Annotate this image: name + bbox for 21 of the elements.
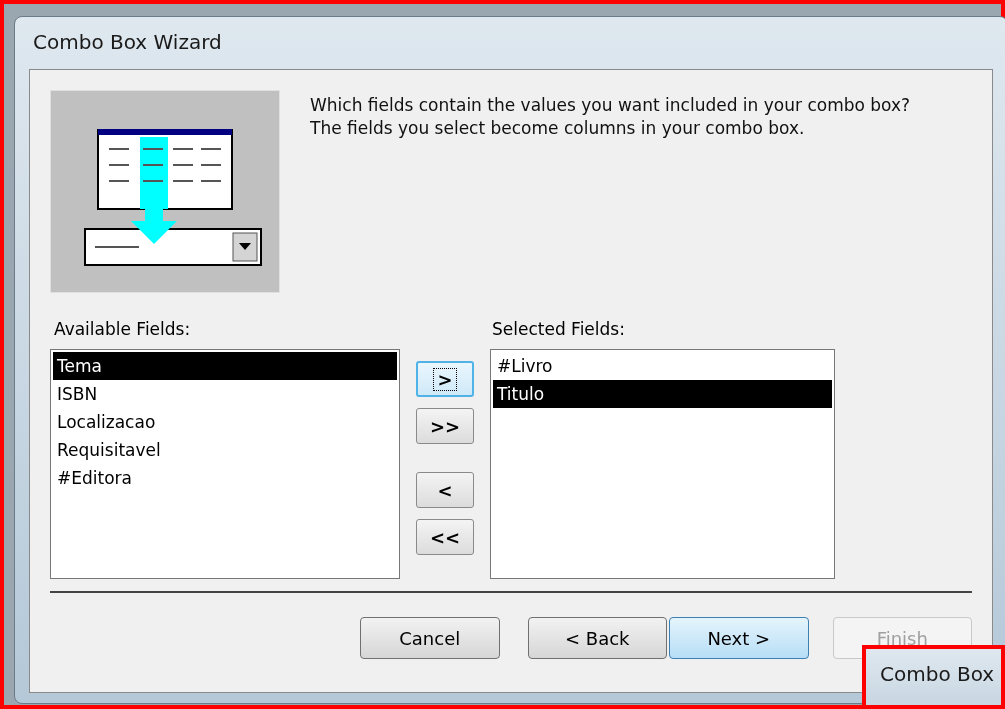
move-button[interactable]: < <box>416 472 474 508</box>
field-item[interactable]: #Editora <box>53 464 397 492</box>
dialog-button[interactable]: Cancel <box>360 617 500 659</box>
field-item[interactable]: Titulo <box>493 380 832 408</box>
field-item[interactable]: #Livro <box>493 352 832 380</box>
available-fields-list[interactable]: Tema ISBN Localizacao Requisitavel #Editora <box>50 349 400 579</box>
window-title: Combo Box Wizard <box>32 29 223 56</box>
dialog-button[interactable]: < Back <box>527 617 667 659</box>
move-button[interactable]: >> <box>416 408 474 444</box>
dialog-button[interactable]: Next > <box>669 617 809 659</box>
selected-fields-list[interactable]: #Livro Titulo <box>490 349 835 579</box>
field-item[interactable]: Requisitavel <box>53 436 397 464</box>
list-label: Available Fields: <box>53 318 192 341</box>
field-item[interactable]: Tema <box>53 352 397 380</box>
window-title: Combo Box <box>880 661 996 688</box>
field-item[interactable]: ISBN <box>53 380 397 408</box>
move-button[interactable]: > <box>416 361 474 397</box>
field-item[interactable]: Localizacao <box>53 408 397 436</box>
list-label: Selected Fields: <box>491 318 626 341</box>
move-button[interactable]: << <box>416 519 474 555</box>
instruction-text: Which fields contain the values you want included in your combo box? The fields you select become columns in your combo box. <box>310 94 912 140</box>
